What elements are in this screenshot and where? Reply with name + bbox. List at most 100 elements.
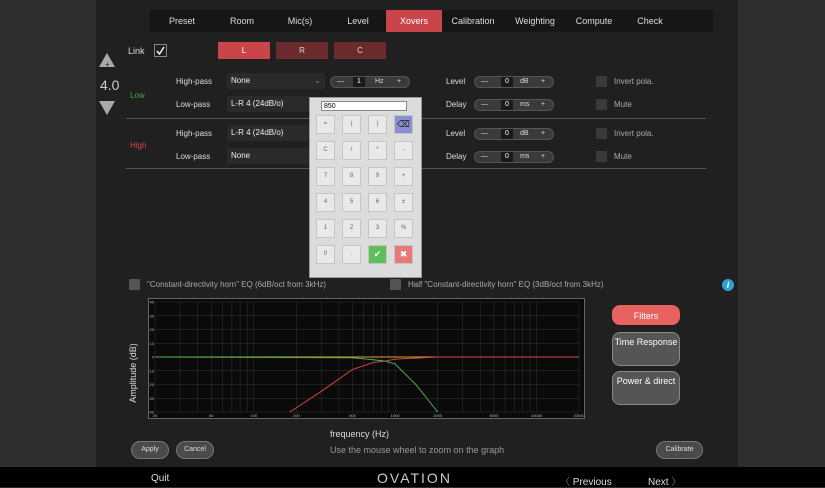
x-tick-label: 200 xyxy=(293,413,300,418)
menu-room[interactable]: Room xyxy=(214,10,270,32)
delay-value[interactable]: 0 xyxy=(501,100,513,110)
link-checkbox[interactable] xyxy=(154,44,167,57)
plus-icon: + xyxy=(541,78,546,85)
cancel-x-icon[interactable]: ✖ xyxy=(394,245,413,264)
key-equals[interactable]: = xyxy=(316,115,335,134)
response-chart-svg: 20 50 100 200 500 1000 2000 5000 10000 2000040302… xyxy=(148,300,585,419)
decrease-button[interactable] xyxy=(98,100,116,116)
menu-mics[interactable]: Mic(s) xyxy=(270,10,330,32)
low-highpass-label: High-pass xyxy=(176,77,213,86)
chevron-down-icon: ⌄ xyxy=(314,76,321,85)
key-multiply[interactable]: * xyxy=(368,141,387,160)
info-icon[interactable]: i xyxy=(722,279,734,291)
key-3[interactable]: 3 xyxy=(368,219,387,238)
high-invert-checkbox[interactable] xyxy=(596,128,607,139)
low-invert-checkbox[interactable] xyxy=(596,76,607,87)
key-9[interactable]: 9 xyxy=(368,167,387,186)
cd-horn-label: "Constant-directivity horn" EQ (6dB/oct … xyxy=(147,280,327,289)
next-button[interactable]: Next 〉 xyxy=(648,473,681,488)
y-tick-label: -20 xyxy=(149,382,155,387)
low-highpass-freq[interactable]: — 1 Hz + xyxy=(330,76,410,88)
y-tick-label: 40 xyxy=(150,300,155,305)
quit-button[interactable]: Quit xyxy=(151,473,169,484)
menu-check[interactable]: Check xyxy=(622,10,678,32)
tab-channel-r[interactable]: R xyxy=(276,42,328,59)
freq-value[interactable]: 1 xyxy=(353,77,365,87)
tab-channel-l[interactable]: L xyxy=(218,42,270,59)
key-2[interactable]: 2 xyxy=(342,219,361,238)
filters-button[interactable]: Filters xyxy=(612,305,680,325)
x-tick-label: 5000 xyxy=(489,413,499,418)
high-delay-stepper[interactable]: — 0 ms + xyxy=(474,151,554,163)
menu-xovers[interactable]: Xovers xyxy=(386,10,442,32)
key-1[interactable]: 1 xyxy=(316,219,335,238)
y-tick-label: 30 xyxy=(150,313,155,318)
menu-compute[interactable]: Compute xyxy=(566,10,622,32)
low-mute-checkbox[interactable] xyxy=(596,99,607,110)
menu-level[interactable]: Level xyxy=(330,10,386,32)
apply-button[interactable]: Apply xyxy=(131,441,169,459)
x-tick-label: 500 xyxy=(349,413,356,418)
high-delay-label: Delay xyxy=(446,152,467,161)
confirm-check-icon[interactable]: ✔ xyxy=(368,245,387,264)
low-lowpass-select[interactable]: L-R 4 (24dB/o) xyxy=(227,96,309,112)
tab-channel-c[interactable]: C xyxy=(334,42,386,59)
check-icon xyxy=(156,46,165,56)
key-plus-minus[interactable]: ± xyxy=(394,193,413,212)
key-6[interactable]: 6 xyxy=(368,193,387,212)
key-4[interactable]: 4 xyxy=(316,193,335,212)
low-highpass-select[interactable]: None ⌄ xyxy=(227,73,325,89)
high-lowpass-select[interactable]: None xyxy=(227,148,309,164)
power-direct-button[interactable]: Power & direct xyxy=(612,371,680,405)
minus-icon: — xyxy=(481,78,488,85)
right-margin xyxy=(738,0,825,487)
key-0[interactable]: 0 xyxy=(316,245,335,264)
low-delay-stepper[interactable]: — 0 ms + xyxy=(474,99,554,111)
cd-horn-checkbox[interactable] xyxy=(129,279,140,290)
keypad-input[interactable]: 850 xyxy=(321,101,407,111)
time-response-button[interactable]: Time Response xyxy=(612,332,680,366)
key-decimal[interactable]: . xyxy=(342,245,361,264)
delay-value[interactable]: 0 xyxy=(501,152,513,162)
key-percent[interactable]: % xyxy=(394,219,413,238)
menu-calibration[interactable]: Calibration xyxy=(442,10,504,32)
calibrate-button[interactable]: Calibrate xyxy=(656,441,703,459)
level-value[interactable]: 0 xyxy=(501,129,513,139)
menu-weighting[interactable]: Weighting xyxy=(504,10,566,32)
key-open-paren[interactable]: ( xyxy=(342,115,361,134)
backspace-icon[interactable]: ⌫ xyxy=(394,115,413,134)
high-highpass-select[interactable]: L-R 4 (24dB/o) xyxy=(227,125,309,141)
x-tick-label: 20000 xyxy=(573,413,584,418)
key-close-paren[interactable]: ) xyxy=(368,115,387,134)
key-divide[interactable]: / xyxy=(342,141,361,160)
half-cd-horn-checkbox[interactable] xyxy=(390,279,401,290)
key-8[interactable]: 8 xyxy=(342,167,361,186)
key-5[interactable]: 5 xyxy=(342,193,361,212)
numeric-keypad: 850 = ( ) ⌫ C / * - 7 8 9 + 4 5 6 ± 1 2 … xyxy=(309,97,422,278)
menu-preset[interactable]: Preset xyxy=(150,10,214,32)
response-graph[interactable]: 20 50 100 200 500 1000 2000 5000 10000 20000 40 30 2… xyxy=(148,298,585,419)
y-tick-label: -30 xyxy=(149,396,155,401)
key-minus[interactable]: - xyxy=(394,141,413,160)
previous-button[interactable]: 〈 Previous xyxy=(560,473,612,488)
x-tick-label: 1000 xyxy=(391,413,401,418)
key-plus[interactable]: + xyxy=(394,167,413,186)
minus-icon: — xyxy=(481,130,488,137)
low-level-stepper[interactable]: — 0 dB + xyxy=(474,76,554,88)
level-unit: dB xyxy=(520,78,529,85)
high-highpass-label: High-pass xyxy=(176,129,213,138)
key-clear[interactable]: C xyxy=(316,141,335,160)
x-tick-label: 50 xyxy=(209,413,214,418)
key-7[interactable]: 7 xyxy=(316,167,335,186)
y-tick-label: 20 xyxy=(150,327,155,332)
cancel-button[interactable]: Cancel xyxy=(176,441,214,459)
level-value[interactable]: 0 xyxy=(501,77,513,87)
high-mute-checkbox[interactable] xyxy=(596,151,607,162)
y-tick-label: 10 xyxy=(150,341,155,346)
high-group-label: High xyxy=(130,141,147,150)
plus-icon: + xyxy=(105,60,110,69)
triangle-down-icon xyxy=(99,101,115,115)
high-level-stepper[interactable]: — 0 dB + xyxy=(474,128,554,140)
minus-icon: — xyxy=(481,101,488,108)
previous-label: Previous xyxy=(572,477,612,488)
